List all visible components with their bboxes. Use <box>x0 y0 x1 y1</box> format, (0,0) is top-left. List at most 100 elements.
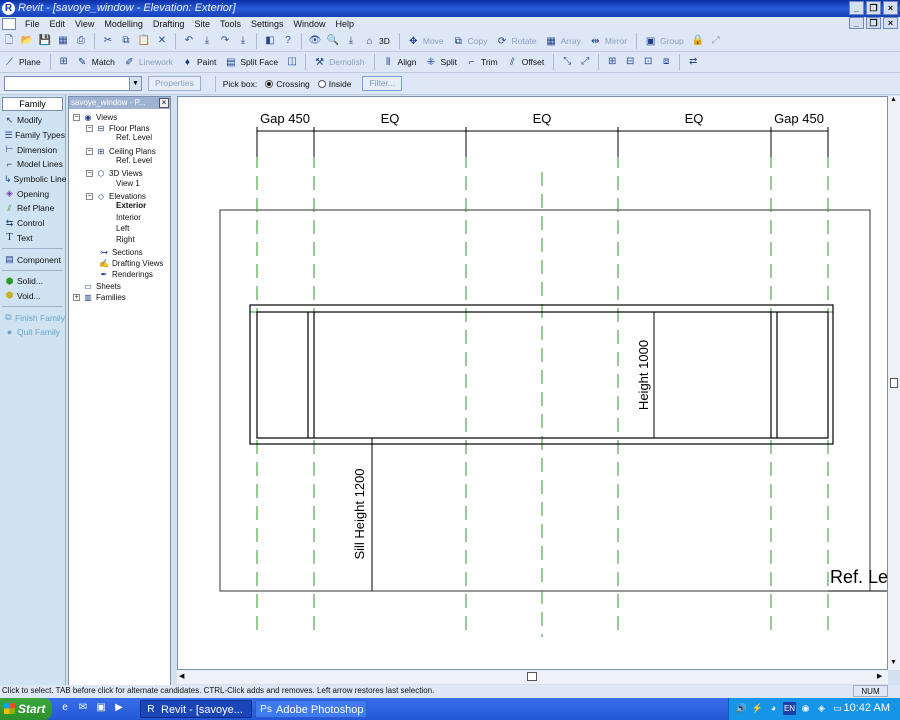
offset-button[interactable]: ⫽ Offset <box>503 53 548 71</box>
menu-site[interactable]: Site <box>189 19 215 29</box>
lock-icon[interactable]: 🔒 <box>691 34 705 48</box>
sill-height-dimension-label[interactable]: Sill Height 1200 <box>352 468 367 559</box>
outlook-icon[interactable]: ✉ <box>76 701 90 715</box>
design-bar-tab-family[interactable]: Family <box>2 97 63 111</box>
network-icon[interactable]: ⚡ <box>751 702 764 715</box>
menu-tools[interactable]: Tools <box>215 19 246 29</box>
copy-clipboard-icon[interactable]: ⧉ <box>119 34 133 48</box>
tree-elevation-right[interactable]: Right <box>116 235 135 244</box>
align-button[interactable]: ⫴ Align <box>379 53 420 71</box>
mirror-button[interactable]: ⇹ Mirror <box>586 32 630 50</box>
media-player-icon[interactable]: ▶ <box>112 701 126 715</box>
unjoin-icon[interactable]: ⊟ <box>623 55 637 69</box>
split-face-button[interactable]: ▤ Split Face <box>221 53 281 71</box>
move-button[interactable]: ✥ Move <box>404 32 447 50</box>
inside-radio[interactable]: Inside <box>315 75 355 93</box>
trim-button[interactable]: ⌐ Trim <box>462 53 501 71</box>
new-icon[interactable]: 🗋 <box>2 34 16 48</box>
tree-floor-plan-ref-level[interactable]: Ref. Level <box>116 133 152 142</box>
menu-settings[interactable]: Settings <box>246 19 289 29</box>
modify-tool[interactable]: ↖ Modify <box>0 113 65 128</box>
tree-families[interactable]: + ▥ Families <box>73 291 126 304</box>
ref-plane-tool[interactable]: ⫽ Ref Plane <box>0 201 65 216</box>
type-selector-dropdown[interactable]: ▼ <box>4 76 142 91</box>
control-tool[interactable]: ⇆ Control <box>0 216 65 231</box>
collapse-icon[interactable]: − <box>86 193 93 201</box>
taskbar-revit[interactable]: R Revit - [savoye... <box>140 700 252 718</box>
pin-icon[interactable]: ⤡ <box>560 55 574 69</box>
expand-icon[interactable]: + <box>73 294 80 302</box>
desktop-icon[interactable]: ▣ <box>94 701 108 715</box>
symbolic-line-tool[interactable]: ↳ Symbolic Line <box>0 172 66 187</box>
tree-elevation-interior[interactable]: Interior <box>116 213 141 222</box>
menu-window[interactable]: Window <box>289 19 331 29</box>
join-icon[interactable]: ⊞ <box>605 55 619 69</box>
cut-icon[interactable]: ✂ <box>101 34 115 48</box>
document-icon[interactable] <box>2 18 16 30</box>
volume-icon[interactable]: 🔊 <box>735 702 748 715</box>
vertical-scroll-thumb[interactable] <box>890 378 898 388</box>
opening-tool[interactable]: ◈ Opening <box>0 186 65 201</box>
demolish-button[interactable]: ⚒ Demolish <box>310 53 367 71</box>
component-tool[interactable]: ▤ Component <box>0 252 65 267</box>
linework-button[interactable]: ✐ Linework <box>120 53 176 71</box>
dim-eq-2[interactable]: EQ <box>533 111 552 126</box>
minimize-button[interactable]: _ <box>849 1 864 15</box>
drawing-area[interactable]: Gap 450 EQ EQ EQ Gap 450 Height 1000 Sil… <box>177 96 888 670</box>
delete-icon[interactable]: ✕ <box>155 34 169 48</box>
menu-file[interactable]: File <box>20 19 45 29</box>
split-button[interactable]: ⁜ Split <box>421 53 460 71</box>
doc-close-button[interactable]: × <box>883 17 898 29</box>
tray-app-icon[interactable]: ◈ <box>815 702 828 715</box>
array-button[interactable]: ▦ Array <box>542 32 584 50</box>
collapse-icon[interactable]: − <box>86 170 93 178</box>
menu-view[interactable]: View <box>70 19 99 29</box>
visibility-icon[interactable]: 👁 <box>308 34 322 48</box>
zoom-icon[interactable]: 🔍 <box>326 34 340 48</box>
vertical-scrollbar[interactable]: ▲ ▼ <box>888 96 900 670</box>
crossing-radio[interactable]: Crossing <box>262 75 313 93</box>
solid-tool[interactable]: ⬢ Solid... <box>0 274 65 289</box>
unpin-icon[interactable]: ⤢ <box>578 55 592 69</box>
display-icon[interactable]: ▭ <box>831 702 844 715</box>
collapse-icon[interactable]: − <box>86 148 93 156</box>
elevation-drawing[interactable]: Gap 450 EQ EQ EQ Gap 450 Height 1000 Sil… <box>178 97 888 670</box>
plane-button[interactable]: ⟋ Plane <box>0 53 44 71</box>
collapse-icon[interactable]: − <box>86 125 93 133</box>
cope-icon[interactable]: ⊡ <box>641 55 655 69</box>
save-all-icon[interactable]: ▦ <box>56 34 70 48</box>
text-tool[interactable]: T Text <box>0 231 65 246</box>
restore-button[interactable]: ❐ <box>866 1 881 15</box>
scroll-up-icon[interactable]: ▲ <box>890 96 897 103</box>
menu-help[interactable]: Help <box>331 19 360 29</box>
dim-gap-right[interactable]: Gap 450 <box>774 111 824 126</box>
match-button[interactable]: ✎ Match <box>73 53 118 71</box>
crop-region-boundary[interactable] <box>219 209 871 592</box>
uncope-icon[interactable]: ⧈ <box>659 55 673 69</box>
toggle-window-icon[interactable]: ◧ <box>263 34 277 48</box>
paint-button[interactable]: ♦ Paint <box>178 53 219 71</box>
print-icon[interactable]: ⎙ <box>74 34 88 48</box>
void-tool[interactable]: ⬢ Void... <box>0 289 65 304</box>
height-dimension-label[interactable]: Height 1000 <box>636 340 651 410</box>
antivirus-icon[interactable]: ◕ <box>767 702 780 715</box>
globe-icon[interactable]: ◉ <box>799 702 812 715</box>
cut-geometry-icon[interactable]: ◫ <box>285 55 299 69</box>
open-icon[interactable]: 📂 <box>20 34 34 48</box>
start-button[interactable]: Start <box>0 698 52 720</box>
redo-dropdown-icon[interactable]: ⤓ <box>236 34 250 48</box>
dimension-tool[interactable]: ⊢ Dimension <box>0 142 65 157</box>
quit-family-tool[interactable]: ● Quit Family <box>0 325 65 340</box>
undo-icon[interactable]: ↶ <box>182 34 196 48</box>
dim-eq-1[interactable]: EQ <box>381 111 400 126</box>
measure-icon[interactable]: ⊞ <box>57 55 71 69</box>
save-icon[interactable]: 💾 <box>38 34 52 48</box>
dim-eq-3[interactable]: EQ <box>685 111 704 126</box>
language-indicator[interactable]: EN <box>783 702 796 715</box>
ie-icon[interactable]: e <box>58 701 72 715</box>
scroll-left-icon[interactable]: ◀ <box>179 672 184 680</box>
tree-elevation-exterior[interactable]: Exterior <box>116 201 146 210</box>
horizontal-scroll-thumb[interactable] <box>527 672 537 681</box>
doc-minimize-button[interactable]: _ <box>849 17 864 29</box>
menu-drafting[interactable]: Drafting <box>148 19 190 29</box>
